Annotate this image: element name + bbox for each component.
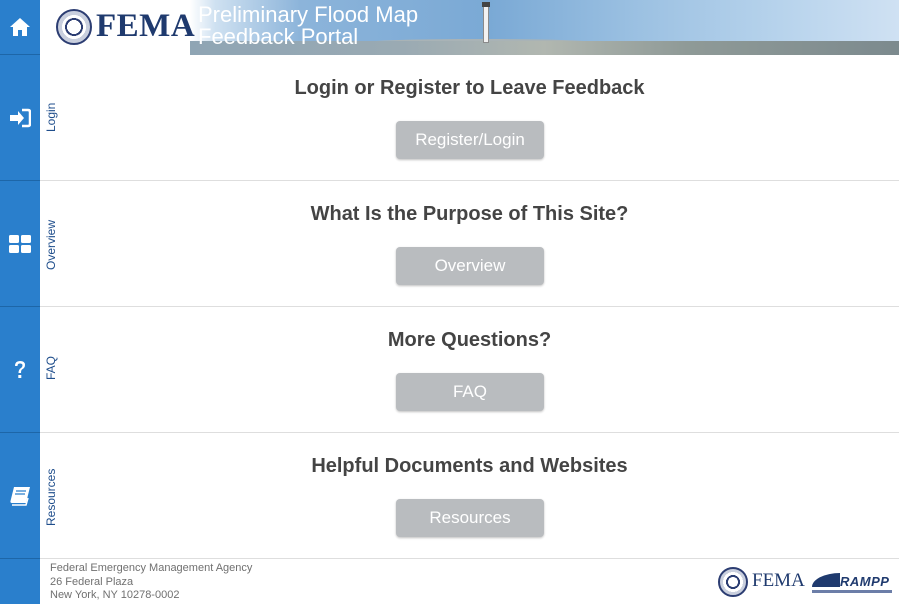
resources-button[interactable]: Resources: [396, 499, 544, 537]
overview-section: Overview What Is the Purpose of This Sit…: [40, 181, 899, 307]
rampp-logo[interactable]: RAMPP: [812, 569, 892, 597]
nav-login-button[interactable]: [0, 55, 40, 181]
main-content: Login Login or Register to Leave Feedbac…: [40, 55, 899, 559]
tab-faq[interactable]: FAQ: [44, 306, 60, 432]
overview-button[interactable]: Overview: [396, 247, 544, 285]
footer: Federal Emergency Management Agency 26 F…: [40, 559, 899, 604]
faq-button[interactable]: FAQ: [396, 373, 544, 411]
rampp-wave-icon: [812, 573, 840, 587]
rail-footer-spacer: [0, 559, 40, 604]
footer-address: Federal Emergency Management Agency 26 F…: [50, 562, 252, 603]
book-icon: [9, 486, 31, 506]
tab-overview[interactable]: Overview: [44, 180, 60, 306]
rampp-underline: [812, 590, 892, 593]
nav-overview-button[interactable]: [0, 181, 40, 307]
fema-logo[interactable]: FEMA: [96, 8, 195, 45]
nav-faq-button[interactable]: [0, 307, 40, 433]
portal-title-line1: Preliminary Flood Map: [198, 2, 419, 27]
nav-resources-button[interactable]: [0, 433, 40, 559]
grid-icon: [9, 234, 31, 254]
overview-heading: What Is the Purpose of This Site?: [310, 203, 629, 225]
register-login-button[interactable]: Register/Login: [396, 121, 544, 159]
portal-title-line2: Feedback Portal: [198, 24, 359, 49]
home-icon: [9, 17, 31, 37]
login-section: Login Login or Register to Leave Feedbac…: [40, 55, 899, 181]
tab-faq-label: FAQ: [44, 355, 58, 380]
sign-in-icon: [9, 108, 31, 128]
resources-heading: Helpful Documents and Websites: [311, 455, 628, 477]
address-line-3: New York, NY 10278-0002: [50, 589, 180, 601]
footer-dhs-seal-logo: [718, 567, 748, 597]
header-banner: FEMA Preliminary Flood Map Feedback Port…: [40, 0, 899, 55]
tab-login[interactable]: Login: [44, 54, 60, 180]
faq-heading: More Questions?: [387, 329, 552, 351]
dhs-seal-logo: [56, 9, 92, 45]
tab-resources[interactable]: Resources: [44, 432, 60, 558]
question-icon: [13, 360, 27, 380]
address-line-2: 26 Federal Plaza: [50, 575, 134, 588]
tab-overview-label: Overview: [44, 219, 58, 270]
portal-title: Preliminary Flood Map Feedback Portal: [198, 4, 418, 48]
login-heading: Login or Register to Leave Feedback: [294, 77, 645, 99]
resources-section: Resources Helpful Documents and Websites…: [40, 433, 899, 559]
side-nav-rail: [0, 0, 40, 604]
footer-fema-logo[interactable]: FEMA: [752, 570, 805, 592]
rampp-logo-text: RAMPP: [840, 574, 890, 589]
lighthouse-image: [482, 2, 490, 43]
tab-login-label: Login: [44, 102, 58, 132]
address-line-1: Federal Emergency Management Agency: [50, 562, 253, 574]
home-button[interactable]: [0, 0, 40, 55]
faq-section: FAQ More Questions? FAQ: [40, 307, 899, 433]
